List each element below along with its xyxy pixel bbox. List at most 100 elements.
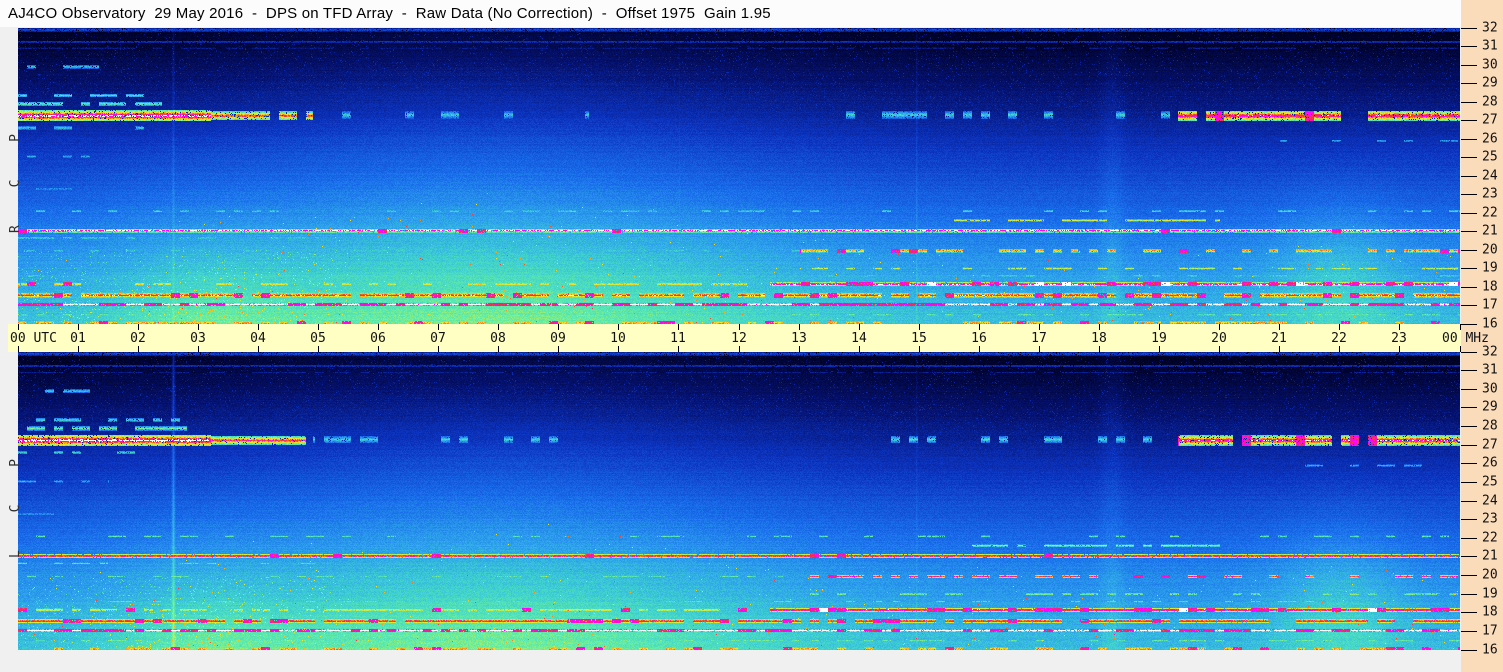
time-tick xyxy=(558,324,559,330)
freq-tick xyxy=(1461,426,1477,427)
freq-label: 27 xyxy=(1482,112,1498,128)
time-tick xyxy=(618,346,619,352)
time-label: 20 xyxy=(1211,331,1227,346)
freq-label: 26 xyxy=(1482,131,1498,147)
freq-label: 18 xyxy=(1482,604,1498,620)
freq-label: 28 xyxy=(1482,94,1498,110)
time-label: 10 xyxy=(610,331,626,346)
time-tick xyxy=(378,324,379,330)
time-tick xyxy=(678,346,679,352)
freq-tick xyxy=(1461,176,1477,177)
time-label: 22 xyxy=(1331,331,1347,346)
freq-tick xyxy=(1461,250,1477,251)
freq-label: 19 xyxy=(1482,586,1498,602)
time-label: 03 xyxy=(190,331,206,346)
time-tick xyxy=(739,346,740,352)
time-label: 11 xyxy=(670,331,686,346)
time-tick xyxy=(318,346,319,352)
page-title: AJ4CO Observatory 29 May 2016 - DPS on T… xyxy=(8,5,771,22)
time-tick xyxy=(739,324,740,330)
freq-tick xyxy=(1461,65,1477,66)
time-label: 05 xyxy=(310,331,326,346)
freq-tick xyxy=(1461,650,1477,651)
freq-tick xyxy=(1461,445,1477,446)
time-tick xyxy=(378,346,379,352)
freq-tick xyxy=(1461,631,1477,632)
freq-label: 31 xyxy=(1482,362,1498,378)
time-label: 04 xyxy=(250,331,266,346)
freq-tick xyxy=(1461,157,1477,158)
time-label: 21 xyxy=(1271,331,1287,346)
freq-label: 21 xyxy=(1482,548,1498,564)
time-tick xyxy=(799,324,800,330)
time-tick xyxy=(1039,324,1040,330)
freq-tick xyxy=(1461,102,1477,103)
freq-label: 22 xyxy=(1482,530,1498,546)
freq-tick xyxy=(1461,612,1477,613)
rcp-spectrogram-canvas xyxy=(18,28,1460,324)
rcp-polarization-label: R C P xyxy=(8,119,23,233)
time-tick xyxy=(859,346,860,352)
freq-label: 16 xyxy=(1482,642,1498,658)
lcp-spectrogram-canvas xyxy=(18,352,1460,650)
freq-label: 32 xyxy=(1482,344,1498,360)
time-label: 17 xyxy=(1031,331,1047,346)
time-tick xyxy=(1399,324,1400,330)
freq-tick xyxy=(1461,231,1477,232)
time-tick xyxy=(438,346,439,352)
time-tick xyxy=(1279,324,1280,330)
freq-tick xyxy=(1461,139,1477,140)
freq-label: 31 xyxy=(1482,38,1498,54)
freq-tick xyxy=(1461,324,1477,325)
freq-label: 26 xyxy=(1482,455,1498,471)
time-tick xyxy=(1099,346,1100,352)
freq-label: 23 xyxy=(1482,186,1498,202)
freq-tick xyxy=(1461,575,1477,576)
spectrogram-viewer: { "title": "AJ4CO Observatory 29 May 201… xyxy=(0,0,1503,672)
time-tick xyxy=(78,324,79,330)
time-tick xyxy=(1159,346,1160,352)
freq-label: 25 xyxy=(1482,149,1498,165)
time-label: 00 UTC xyxy=(10,331,57,346)
freq-label: 20 xyxy=(1482,567,1498,583)
title-bar: AJ4CO Observatory 29 May 2016 - DPS on T… xyxy=(0,0,1461,27)
freq-label: 30 xyxy=(1482,381,1498,397)
time-label: 16 xyxy=(971,331,987,346)
time-tick xyxy=(1279,346,1280,352)
freq-tick xyxy=(1461,83,1477,84)
freq-label: 23 xyxy=(1482,511,1498,527)
time-tick xyxy=(859,324,860,330)
freq-tick xyxy=(1461,268,1477,269)
time-label: 07 xyxy=(430,331,446,346)
freq-label: 24 xyxy=(1482,168,1498,184)
time-tick xyxy=(618,324,619,330)
time-tick xyxy=(258,346,259,352)
lcp-polarization-label: L C P xyxy=(8,444,23,558)
freq-tick xyxy=(1461,213,1477,214)
freq-tick xyxy=(1461,519,1477,520)
freq-label: 19 xyxy=(1482,260,1498,276)
freq-label: 16 xyxy=(1482,316,1498,332)
time-label: 06 xyxy=(370,331,386,346)
time-tick xyxy=(1159,324,1160,330)
freq-label: 25 xyxy=(1482,474,1498,490)
time-label: 09 xyxy=(550,331,566,346)
freq-label: 29 xyxy=(1482,75,1498,91)
time-tick xyxy=(318,324,319,330)
freq-tick xyxy=(1461,594,1477,595)
time-label: 19 xyxy=(1151,331,1167,346)
time-tick xyxy=(1039,346,1040,352)
freq-label: 20 xyxy=(1482,242,1498,258)
time-label: 12 xyxy=(731,331,747,346)
freq-tick xyxy=(1461,28,1477,29)
freq-tick xyxy=(1461,538,1477,539)
time-label: 23 xyxy=(1391,331,1407,346)
freq-tick xyxy=(1461,352,1477,353)
time-label: 13 xyxy=(791,331,807,346)
freq-label: 32 xyxy=(1482,20,1498,36)
time-tick xyxy=(919,324,920,330)
freq-tick xyxy=(1461,287,1477,288)
freq-tick xyxy=(1461,370,1477,371)
freq-label: 27 xyxy=(1482,437,1498,453)
time-tick xyxy=(78,346,79,352)
